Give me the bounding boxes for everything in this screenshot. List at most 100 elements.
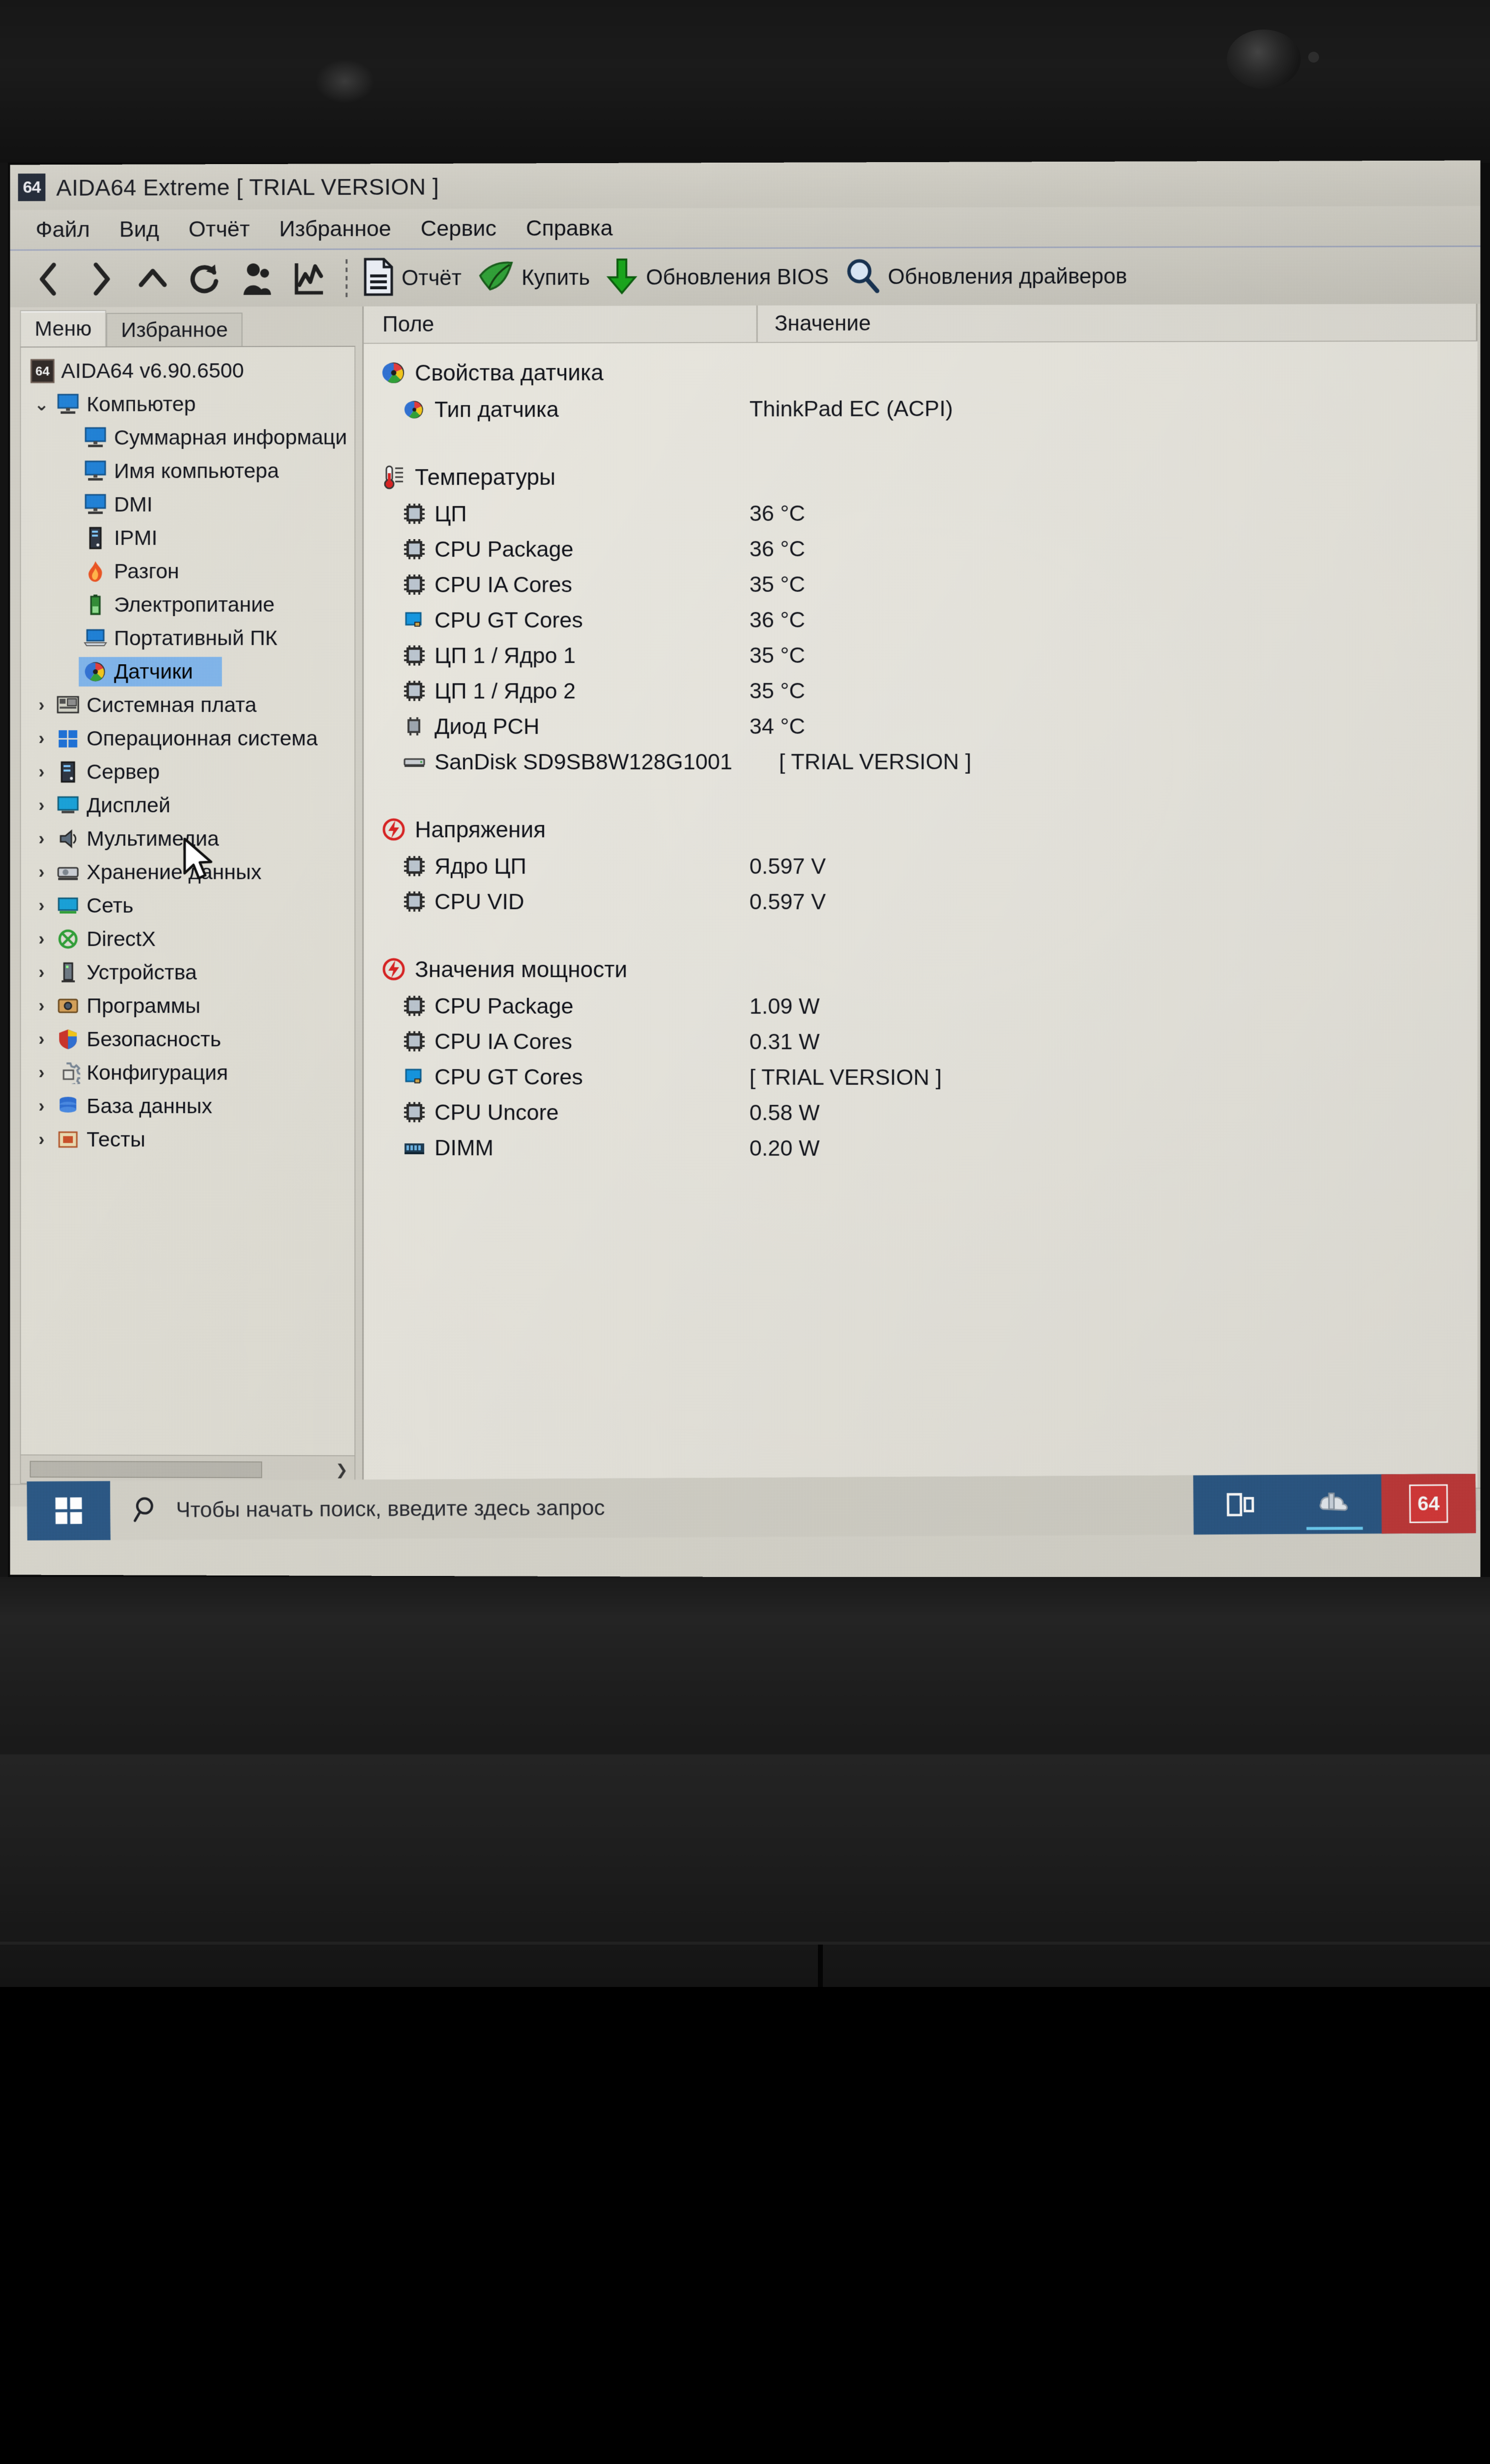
row-cpu-package-power[interactable]: CPU Package 1.09 W [364, 989, 1477, 1025]
tree-item-ipmi[interactable]: IPMI [21, 521, 355, 555]
taskbar-pinned-app[interactable] [1287, 1474, 1382, 1534]
group-voltages: Напряжения [364, 810, 1477, 849]
tree-item-config[interactable]: › Конфигурация [21, 1056, 355, 1090]
tree-horizontal-scrollbar[interactable]: ❮ ❯ [21, 1454, 355, 1484]
bios-updates-button[interactable]: Обновления BIOS [601, 253, 840, 301]
chevron-right-icon[interactable]: › [29, 1029, 54, 1049]
buy-button[interactable]: Купить [473, 254, 601, 302]
chevron-right-icon[interactable]: › [29, 929, 54, 949]
tree-item-motherboard[interactable]: › Системная плата [21, 688, 355, 722]
row-cpu-core-voltage[interactable]: Ядро ЦП 0.597 V [364, 849, 1477, 884]
row-sensor-type[interactable]: Тип датчика ThinkPad EC (ACPI) [364, 390, 1477, 427]
tree-item-benchmark[interactable]: › Тесты [21, 1123, 355, 1157]
group-title: Значения мощности [414, 956, 628, 982]
chevron-right-icon[interactable]: › [29, 862, 54, 882]
chevron-right-icon[interactable]: › [29, 828, 54, 849]
tree-item-devices-label: Устройства [86, 960, 197, 984]
row-cpu-package-temp[interactable]: CPU Package 36 °C [364, 530, 1477, 567]
menu-item-file[interactable]: Файл [21, 217, 105, 242]
scroll-right-icon[interactable]: ❯ [329, 1461, 355, 1478]
tab-menu[interactable]: Меню [20, 310, 106, 347]
row-cpu1-core2-temp[interactable]: ЦП 1 / Ядро 2 35 °C [364, 673, 1477, 709]
task-view-button[interactable] [1193, 1475, 1288, 1535]
chevron-right-icon[interactable]: › [29, 762, 54, 782]
column-header-field[interactable]: Поле [364, 311, 756, 337]
workspace: Меню Избранное 64 AIDA64 v6.90.6500 ⌄ Ко… [10, 304, 1481, 1488]
menu-item-favorites[interactable]: Избранное [265, 216, 406, 242]
forward-icon[interactable] [75, 256, 127, 302]
tab-favorites[interactable]: Избранное [106, 312, 243, 346]
windows-taskbar: Чтобы начать поиск, введите здесь запрос [27, 1473, 1476, 1540]
tree-item-directx-label: DirectX [86, 927, 156, 951]
tree-item-aida64[interactable]: 64 AIDA64 v6.90.6500 [21, 354, 355, 388]
chevron-right-icon[interactable]: › [29, 1096, 54, 1116]
tree-item-database[interactable]: › База данных [21, 1090, 355, 1124]
taskbar-aida64-button[interactable]: 64 [1381, 1473, 1476, 1534]
cpu-chip-icon [400, 1029, 429, 1055]
chevron-down-icon[interactable]: ⌄ [29, 394, 54, 414]
refresh-icon[interactable] [179, 256, 231, 301]
row-dimm-power[interactable]: DIMM 0.20 W [364, 1130, 1477, 1167]
row-value: 36 °C [749, 500, 806, 526]
column-header-value[interactable]: Значение [758, 309, 1476, 336]
chevron-right-icon[interactable]: › [29, 1129, 54, 1149]
tree-item-sensors[interactable]: Датчики [21, 655, 355, 688]
tree-item-power[interactable]: Электропитание [21, 588, 355, 622]
gpu-chip-icon [400, 1064, 429, 1090]
tree-item-laptop[interactable]: Портативный ПК [21, 621, 355, 655]
tree-item-programs[interactable]: › Программы [21, 989, 355, 1023]
tree-item-overclock[interactable]: Разгон [21, 554, 355, 588]
row-cpu-gt-cores-power[interactable]: CPU GT Cores [ TRIAL VERSION ] [364, 1059, 1477, 1095]
chevron-right-icon[interactable]: › [29, 995, 54, 1016]
row-cpu1-core1-temp[interactable]: ЦП 1 / Ядро 1 35 °C [364, 637, 1477, 674]
column-divider-right[interactable] [1476, 304, 1478, 341]
scrollbar-thumb[interactable] [30, 1461, 263, 1478]
tree-item-security[interactable]: › Безопасность [21, 1023, 355, 1056]
row-cpu-vid[interactable]: CPU VID 0.597 V [364, 884, 1477, 920]
tree-item-directx[interactable]: › DirectX [21, 923, 355, 956]
list-column-headers: Поле Значение [364, 304, 1478, 344]
row-sandisk-temp[interactable]: SanDisk SD9SB8W128G1001 [ TRIAL VERSION … [364, 744, 1477, 780]
row-cpu-ia-cores-temp[interactable]: CPU IA Cores 35 °C [364, 566, 1477, 603]
menu-item-report[interactable]: Отчёт [174, 216, 265, 242]
tree-item-dmi[interactable]: DMI [21, 487, 355, 521]
chevron-right-icon[interactable]: › [29, 795, 54, 815]
row-value: 0.597 V [749, 889, 826, 915]
tree-item-benchmark-label: Тесты [86, 1128, 145, 1152]
tree-item-server[interactable]: › Сервер [21, 755, 355, 788]
tree-item-os[interactable]: › Операционная система [21, 721, 355, 755]
taskbar-search-box[interactable]: Чтобы начать поиск, введите здесь запрос [110, 1475, 1194, 1540]
programs-icon [54, 993, 82, 1019]
up-icon[interactable] [127, 256, 178, 301]
menu-item-view[interactable]: Вид [104, 216, 174, 242]
row-pch-diode-temp[interactable]: Диод PCH 34 °C [364, 708, 1477, 744]
user-icon[interactable] [231, 256, 283, 301]
start-button[interactable] [27, 1481, 111, 1540]
row-cpu-ia-cores-power[interactable]: CPU IA Cores 0.31 W [364, 1024, 1477, 1060]
menu-item-service[interactable]: Сервис [406, 215, 511, 241]
search-placeholder: Чтобы начать поиск, введите здесь запрос [176, 1496, 605, 1522]
report-button[interactable]: Отчёт [358, 254, 472, 302]
driver-updates-button[interactable]: Обновления драйверов [840, 252, 1138, 301]
menu-item-help[interactable]: Справка [511, 215, 627, 241]
navigation-tree[interactable]: 64 AIDA64 v6.90.6500 ⌄ Компьютер Суммарн… [20, 345, 356, 1485]
chevron-right-icon[interactable]: › [29, 895, 54, 916]
tree-item-network[interactable]: › Сеть [21, 889, 355, 923]
cpu-chip-icon [400, 1099, 429, 1125]
row-cpu-temp[interactable]: ЦП 36 °C [364, 495, 1477, 532]
tree-item-summary[interactable]: Суммарная информаци [21, 420, 355, 454]
tree-item-computer[interactable]: ⌄ Компьютер [21, 387, 355, 421]
tree-item-computer-name[interactable]: Имя компьютера [21, 454, 355, 488]
row-cpu-uncore-power[interactable]: CPU Uncore 0.58 W [364, 1095, 1477, 1131]
chart-icon[interactable] [283, 256, 335, 301]
chevron-right-icon[interactable]: › [29, 728, 54, 749]
row-label: CPU Uncore [434, 1099, 559, 1125]
chevron-right-icon[interactable]: › [29, 695, 54, 715]
row-cpu-gt-cores-temp[interactable]: CPU GT Cores 36 °C [364, 601, 1477, 638]
tree-item-devices[interactable]: › Устройства [21, 956, 355, 989]
back-icon[interactable] [23, 256, 75, 302]
chevron-right-icon[interactable]: › [29, 1062, 54, 1083]
chevron-right-icon[interactable]: › [29, 962, 54, 982]
tree-item-display[interactable]: › Дисплей [21, 788, 355, 822]
